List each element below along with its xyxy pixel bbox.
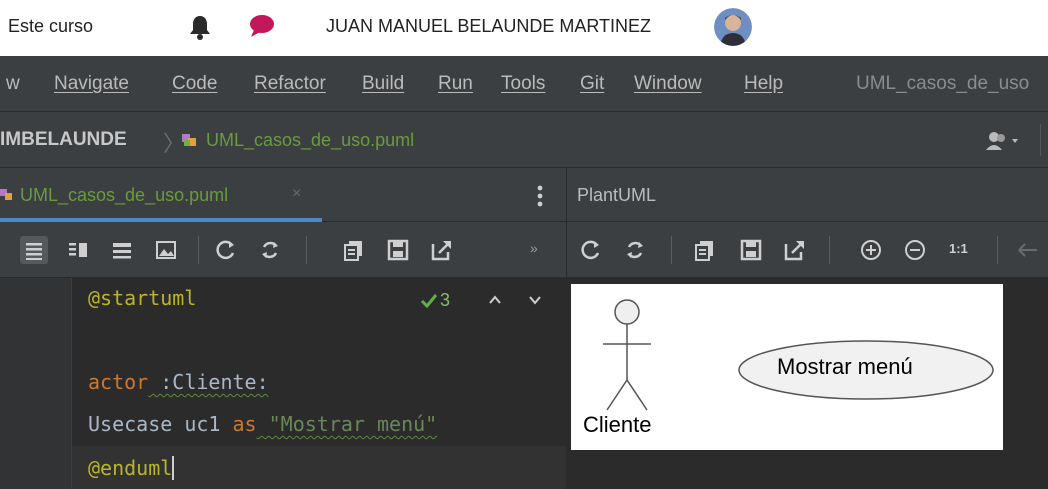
- menu-bar: w Navigate Code Refactor Build Run Tools…: [0, 56, 1048, 112]
- copy-icon[interactable]: [691, 236, 719, 264]
- puml-file-icon: [0, 189, 12, 200]
- inspection-widget[interactable]: 3: [420, 288, 550, 314]
- menu-item-view[interactable]: w: [6, 73, 20, 95]
- code-line-usecase: Usecase uc1 as "Mostrar menú": [88, 412, 437, 436]
- toolbar-separator: [671, 236, 672, 264]
- check-icon: [420, 294, 438, 309]
- keyword: actor: [88, 370, 149, 394]
- inspection-count: 3: [440, 290, 451, 310]
- user-account-icon[interactable]: [984, 130, 1024, 152]
- string-literal: "Mostrar menú": [256, 412, 438, 436]
- more-options-icon[interactable]: [530, 184, 550, 208]
- refresh-all-icon[interactable]: [256, 236, 284, 264]
- menu-item-git[interactable]: Git: [580, 73, 604, 95]
- code-line-actor: actor :Cliente:: [88, 370, 269, 394]
- open-external-icon[interactable]: [781, 236, 809, 264]
- menu-item-refactor[interactable]: Refactor: [254, 73, 326, 95]
- window-title: UML_casos_de_uso: [856, 73, 1030, 94]
- toolbar-more-button[interactable]: »: [530, 240, 538, 256]
- puml-file-icon: [182, 134, 196, 146]
- breadcrumb-project[interactable]: IMBELAUNDE: [0, 129, 127, 151]
- editor-and-preview-icon[interactable]: [64, 236, 92, 264]
- actor-label: Cliente: [583, 412, 652, 437]
- text-caret: [172, 456, 175, 480]
- editor-only-icon[interactable]: [20, 236, 48, 264]
- preview-toolbar: 1:1: [566, 222, 1048, 278]
- preview-title: PlantUML: [577, 185, 657, 205]
- toolbar-separator: [198, 236, 199, 264]
- code-line-startuml: @startuml: [88, 286, 197, 310]
- avatar[interactable]: [714, 8, 752, 46]
- breadcrumb-file[interactable]: UML_casos_de_uso.puml: [206, 130, 414, 151]
- refresh-all-icon[interactable]: [621, 236, 649, 264]
- plantuml-preview: Cliente Mostrar menú: [566, 278, 1048, 489]
- code-text: :Cliente:: [148, 370, 269, 394]
- bell-icon[interactable]: [188, 14, 212, 40]
- toolbar-divider: [1040, 124, 1041, 156]
- lms-top-bar: Este curso JUAN MANUEL BELAUNDE MARTINEZ: [0, 0, 1048, 56]
- save-icon[interactable]: [737, 236, 765, 264]
- chevron-up-icon[interactable]: [488, 294, 502, 306]
- keyword: as: [232, 412, 257, 436]
- toolbar-separator: [306, 236, 307, 264]
- arrow-left-icon[interactable]: [1013, 236, 1041, 264]
- menu-item-code[interactable]: Code: [172, 73, 217, 95]
- chevron-down-icon[interactable]: [528, 294, 542, 306]
- menu-item-help[interactable]: Help: [744, 73, 783, 95]
- reload-icon[interactable]: [212, 236, 240, 264]
- preview-only-icon[interactable]: [108, 236, 136, 264]
- diagram-canvas: Cliente Mostrar menú: [571, 284, 1003, 450]
- code-editor[interactable]: 3 @startuml actor :Cliente: Usecase uc1 …: [0, 278, 566, 489]
- tab-label: UML_casos_de_uso.puml: [20, 185, 229, 205]
- code-text: @enduml: [88, 456, 173, 480]
- open-external-icon[interactable]: [428, 236, 456, 264]
- code-line-enduml: @enduml: [88, 456, 175, 480]
- menu-item-build[interactable]: Build: [362, 73, 404, 95]
- save-icon[interactable]: [384, 236, 412, 264]
- tab-close-icon[interactable]: ×: [292, 185, 301, 203]
- image-icon[interactable]: [152, 236, 180, 264]
- usecase-label: Mostrar menú: [777, 354, 913, 379]
- chat-icon[interactable]: [248, 14, 276, 38]
- zoom-out-icon[interactable]: [901, 236, 929, 264]
- user-name[interactable]: JUAN MANUEL BELAUNDE MARTINEZ: [326, 16, 651, 37]
- toolbar-separator: [997, 236, 998, 264]
- toolbar-separator: [829, 236, 830, 264]
- actor-figure: [603, 299, 651, 411]
- menu-item-tools[interactable]: Tools: [501, 73, 545, 95]
- actual-size-button[interactable]: 1:1: [949, 241, 968, 256]
- menu-item-navigate[interactable]: Navigate: [54, 73, 129, 95]
- preview-header: PlantUML: [566, 168, 1048, 222]
- tab-uml-casos-de-uso[interactable]: UML_casos_de_uso.puml ×: [0, 168, 322, 222]
- editor-toolbar: »: [0, 222, 566, 278]
- reload-icon[interactable]: [577, 236, 605, 264]
- code-text: Usecase uc1: [88, 412, 233, 436]
- editor-tab-bar: UML_casos_de_uso.puml ×: [0, 168, 566, 222]
- menu-item-window[interactable]: Window: [634, 73, 702, 95]
- breadcrumb: IMBELAUNDE 〉 UML_casos_de_uso.puml: [0, 112, 1048, 168]
- zoom-in-icon[interactable]: [857, 236, 885, 264]
- line-gutter: [0, 278, 72, 489]
- copy-icon[interactable]: [340, 236, 368, 264]
- course-link[interactable]: Este curso: [8, 16, 93, 37]
- menu-item-run[interactable]: Run: [438, 73, 473, 95]
